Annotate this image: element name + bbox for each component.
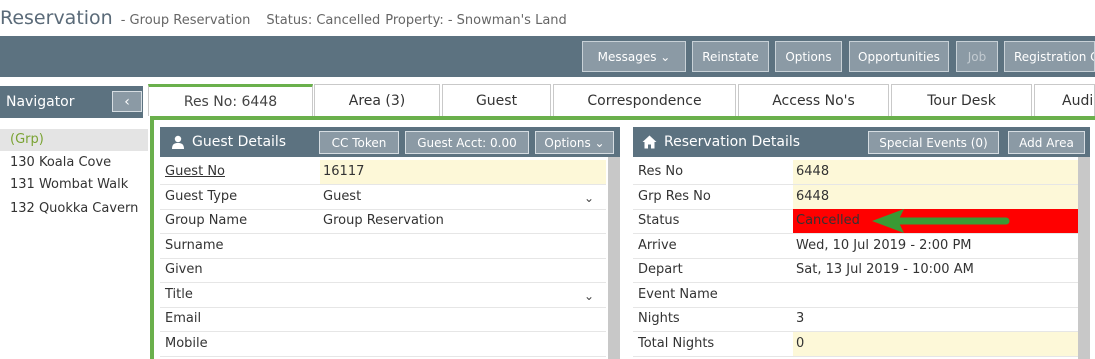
grp-res-no-value: 6448 <box>793 185 1078 209</box>
registration-button[interactable]: Registration C <box>1004 41 1095 72</box>
surname-field[interactable] <box>320 234 606 258</box>
guest-type-row: Guest Type Guest ⌄ <box>160 185 606 210</box>
annotation-arrow-icon <box>872 209 1010 233</box>
total-nights-value: 0 <box>793 332 1078 356</box>
tab-audit[interactable]: Audi <box>1034 84 1095 116</box>
res-no-value: 6448 <box>793 160 1078 184</box>
email-row: Email <box>160 307 606 332</box>
reinstate-button[interactable]: Reinstate <box>692 41 769 72</box>
guest-no-link[interactable]: Guest No <box>165 160 225 184</box>
tab-correspondence[interactable]: Correspondence <box>553 84 736 116</box>
job-button[interactable]: Job <box>956 41 998 72</box>
nav-item-132[interactable]: 132 Quokka Cavern <box>0 198 148 220</box>
arrive-label: Arrive <box>638 238 677 253</box>
messages-button[interactable]: Messages ⌄ <box>582 41 686 72</box>
navigator-collapse-button[interactable]: ‹ <box>112 91 142 112</box>
cc-token-button[interactable]: CC Token <box>319 131 399 154</box>
guest-details-title: Guest Details <box>192 134 287 150</box>
tab-access-nos[interactable]: Access No's <box>738 84 889 116</box>
tab-bar: Res No: 6448 Area (3) Guest Corresponden… <box>148 84 1095 116</box>
person-icon <box>172 135 184 149</box>
given-label: Given <box>165 262 203 277</box>
guest-type-label: Guest Type <box>165 189 238 204</box>
status-row: Status Cancelled <box>633 209 1078 234</box>
tab-tour-desk[interactable]: Tour Desk <box>891 84 1032 116</box>
surname-label: Surname <box>165 238 224 253</box>
tab-area[interactable]: Area (3) <box>314 84 440 116</box>
options-button[interactable]: Options <box>775 41 842 72</box>
mobile-row: Mobile <box>160 332 606 357</box>
guest-no-value[interactable]: 16117 <box>320 160 606 184</box>
event-name-label: Event Name <box>638 287 718 302</box>
given-field[interactable] <box>320 258 606 282</box>
nav-item-130[interactable]: 130 Koala Cove <box>0 152 148 174</box>
event-name-row: Event Name <box>633 283 1078 308</box>
nav-item-131[interactable]: 131 Wombat Walk <box>0 174 148 196</box>
total-nights-label: Total Nights <box>638 336 715 351</box>
surname-row: Surname <box>160 234 606 259</box>
page-title: Reservation <box>0 7 113 29</box>
chevron-down-icon: ⌄ <box>583 191 594 205</box>
chevron-down-icon: ⌄ <box>583 289 594 303</box>
nights-field[interactable]: 3 <box>793 307 1078 331</box>
reservation-details-scrollbar[interactable] <box>1078 157 1090 359</box>
reservation-details-title: Reservation Details <box>664 134 801 150</box>
depart-value[interactable]: Sat, 13 Jul 2019 - 10:00 AM <box>793 258 1078 282</box>
given-row: Given <box>160 258 606 283</box>
title-select[interactable] <box>320 283 606 307</box>
group-name-row: Group Name Group Reservation <box>160 209 606 234</box>
grp-res-no-row: Grp Res No 6448 <box>633 185 1078 210</box>
group-name-label: Group Name <box>165 213 248 228</box>
reservation-subtitle: - Group Reservation <box>120 13 251 28</box>
reservation-details-panel: Reservation Details Special Events (0) A… <box>633 127 1090 359</box>
event-name-field[interactable] <box>793 283 1078 307</box>
toolbar: Messages ⌄ Reinstate Options Opportuniti… <box>0 36 1095 77</box>
add-area-button[interactable]: Add Area <box>1008 131 1085 154</box>
group-name-field[interactable]: Group Reservation <box>320 209 606 233</box>
total-nights-row: Total Nights 0 <box>633 332 1078 357</box>
res-no-row: Res No 6448 <box>633 160 1078 185</box>
tab-res-no[interactable]: Res No: 6448 <box>148 84 313 116</box>
status-label: Status <box>638 213 680 228</box>
title-label: Title <box>165 287 193 302</box>
guest-no-row: Guest No 16117 <box>160 160 606 185</box>
arrive-value[interactable]: Wed, 10 Jul 2019 - 2:00 PM <box>793 234 1078 258</box>
email-field[interactable] <box>320 307 606 331</box>
guest-acct-button[interactable]: Guest Acct: 0.00 <box>405 131 529 154</box>
depart-row: Depart Sat, 13 Jul 2019 - 10:00 AM <box>633 258 1078 283</box>
navigator-title: Navigator <box>6 94 75 110</box>
guest-options-button[interactable]: Options ⌄ <box>535 131 614 154</box>
arrive-row: Arrive Wed, 10 Jul 2019 - 2:00 PM <box>633 234 1078 259</box>
tab-guest[interactable]: Guest <box>442 84 551 116</box>
nav-item-grp[interactable]: (Grp) <box>0 129 148 151</box>
depart-label: Depart <box>638 262 683 277</box>
opportunities-button[interactable]: Opportunities <box>849 41 949 72</box>
guest-details-panel: Guest Details CC Token Guest Acct: 0.00 … <box>160 127 620 359</box>
mobile-label: Mobile <box>165 336 208 351</box>
nights-row: Nights 3 <box>633 307 1078 332</box>
title-row: Title ⌄ <box>160 283 606 308</box>
mobile-field[interactable] <box>320 332 606 356</box>
guest-details-scrollbar[interactable] <box>608 157 620 359</box>
title-bar: Reservation - Group Reservation Status: … <box>0 0 1095 36</box>
home-icon <box>642 135 657 149</box>
special-events-button[interactable]: Special Events (0) <box>868 131 999 154</box>
status-text: Status: Cancelled <box>266 13 381 28</box>
res-no-label: Res No <box>638 164 684 179</box>
email-label: Email <box>165 311 202 326</box>
property-text: Property: - Snowman's Land <box>385 13 567 28</box>
grp-res-no-label: Grp Res No <box>638 189 711 204</box>
chevron-left-icon: ‹ <box>124 93 130 110</box>
guest-type-select[interactable]: Guest <box>320 185 606 209</box>
nights-label: Nights <box>638 311 680 326</box>
